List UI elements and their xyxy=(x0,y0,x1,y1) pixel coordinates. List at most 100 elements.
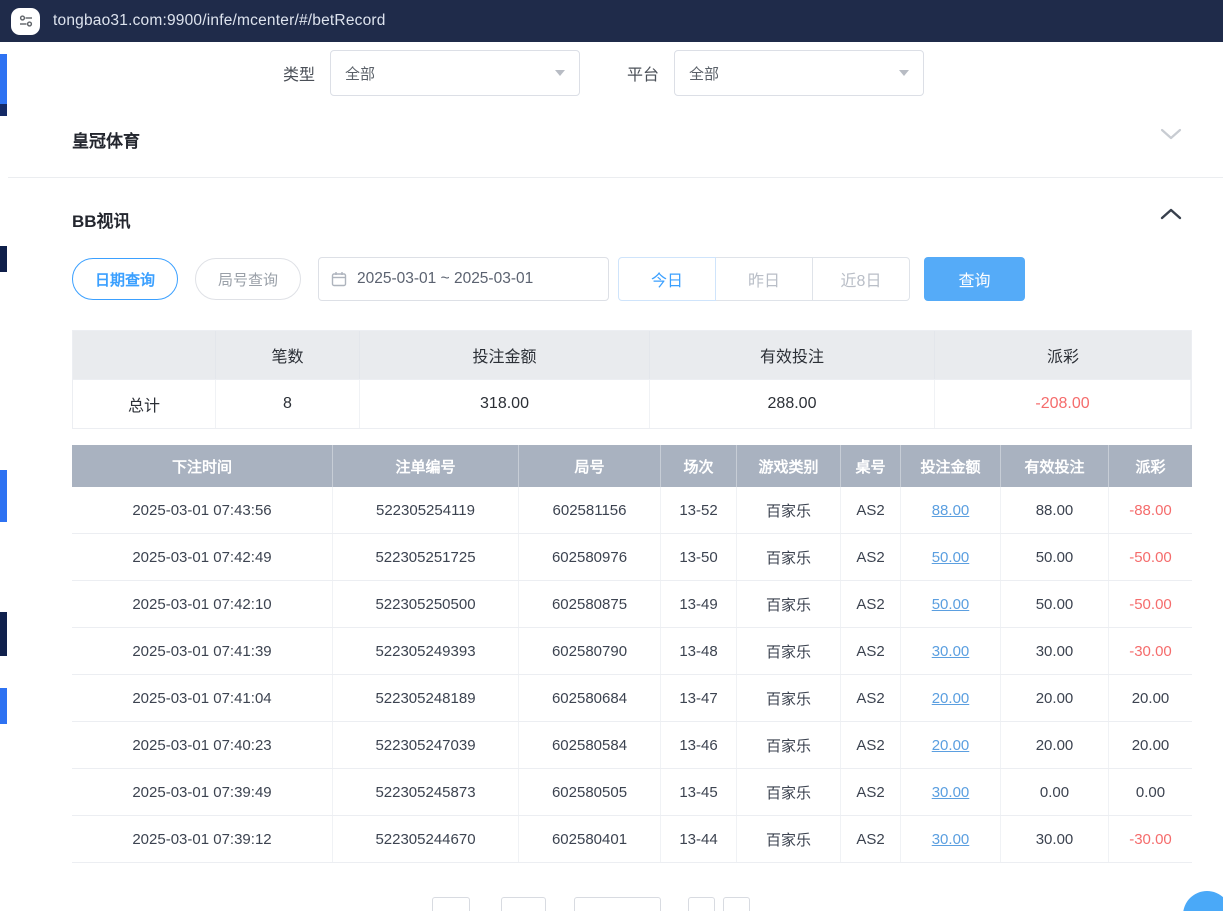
platform-label: 平台 xyxy=(627,61,659,85)
header-round-no: 局号 xyxy=(519,445,661,487)
cell-time: 2025-03-01 07:40:23 xyxy=(72,722,333,768)
header-payout: 派彩 xyxy=(1109,445,1192,487)
header-valid-bet: 有效投注 xyxy=(1001,445,1109,487)
cell-payout: -88.00 xyxy=(1109,487,1192,533)
background-sliver xyxy=(0,688,7,724)
floating-action-button[interactable] xyxy=(1183,891,1223,911)
pagination-size-select[interactable] xyxy=(574,897,661,911)
cell-bet-amount[interactable]: 30.00 xyxy=(901,769,1001,815)
section-divider xyxy=(8,177,1223,178)
tune-icon xyxy=(18,13,34,29)
bet-amount-link[interactable]: 30.00 xyxy=(932,784,970,801)
bet-amount-link[interactable]: 88.00 xyxy=(932,502,970,519)
cell-valid-bet: 88.00 xyxy=(1001,487,1109,533)
summary-header-blank xyxy=(73,331,216,379)
browser-topbar: tongbao31.com:9900/infe/mcenter/#/betRec… xyxy=(0,0,1223,42)
bet-table-header-row: 下注时间 注单编号 局号 场次 游戏类别 桌号 投注金额 有效投注 派彩 xyxy=(72,445,1192,487)
cell-table-no: AS2 xyxy=(841,816,901,862)
summary-header-count: 笔数 xyxy=(216,331,360,379)
type-select[interactable]: 全部 xyxy=(330,50,580,96)
chevron-down-icon xyxy=(1160,128,1182,140)
cell-game-type: 百家乐 xyxy=(737,628,841,674)
platform-select[interactable]: 全部 xyxy=(674,50,924,96)
cell-payout: -30.00 xyxy=(1109,816,1192,862)
cell-bet-no: 522305247039 xyxy=(333,722,519,768)
cell-bet-no: 522305248189 xyxy=(333,675,519,721)
bet-amount-link[interactable]: 20.00 xyxy=(932,690,970,707)
cell-payout: 20.00 xyxy=(1109,722,1192,768)
cell-game-type: 百家乐 xyxy=(737,487,841,533)
section-crown-sports-title: 皇冠体育 xyxy=(72,127,140,152)
bet-amount-link[interactable]: 30.00 xyxy=(932,831,970,848)
cell-valid-bet: 20.00 xyxy=(1001,675,1109,721)
cell-session: 13-44 xyxy=(661,816,737,862)
section-bb-video-title: BB视讯 xyxy=(72,207,131,232)
table-row: 2025-03-01 07:41:04522305248189602580684… xyxy=(72,675,1192,722)
cell-round-no: 602580584 xyxy=(519,722,661,768)
cell-time: 2025-03-01 07:43:56 xyxy=(72,487,333,533)
table-row: 2025-03-01 07:43:56522305254119602581156… xyxy=(72,487,1192,534)
bet-amount-link[interactable]: 50.00 xyxy=(932,549,970,566)
pagination-button[interactable] xyxy=(723,897,750,911)
summary-header-bet-amount: 投注金额 xyxy=(360,331,650,379)
search-button[interactable]: 查询 xyxy=(924,257,1025,301)
cell-session: 13-46 xyxy=(661,722,737,768)
bet-amount-link[interactable]: 20.00 xyxy=(932,737,970,754)
cell-game-type: 百家乐 xyxy=(737,722,841,768)
header-game-type: 游戏类别 xyxy=(737,445,841,487)
crown-section-collapse-toggle[interactable] xyxy=(1160,128,1182,140)
address-url[interactable]: tongbao31.com:9900/infe/mcenter/#/betRec… xyxy=(53,12,386,30)
background-sliver xyxy=(0,104,7,116)
summary-header-valid-bet: 有效投注 xyxy=(650,331,935,379)
cell-table-no: AS2 xyxy=(841,581,901,627)
background-sliver xyxy=(0,246,7,272)
summary-header-row: 笔数 投注金额 有效投注 派彩 xyxy=(73,331,1191,379)
table-row: 2025-03-01 07:42:49522305251725602580976… xyxy=(72,534,1192,581)
cell-bet-amount[interactable]: 30.00 xyxy=(901,628,1001,674)
date-query-tab[interactable]: 日期查询 xyxy=(72,258,178,300)
cell-table-no: AS2 xyxy=(841,628,901,674)
table-row: 2025-03-01 07:39:49522305245873602580505… xyxy=(72,769,1192,816)
cell-time: 2025-03-01 07:42:10 xyxy=(72,581,333,627)
type-label: 类型 xyxy=(283,61,315,85)
cell-round-no: 602580684 xyxy=(519,675,661,721)
cell-round-no: 602580976 xyxy=(519,534,661,580)
summary-count-value: 8 xyxy=(216,380,360,428)
cell-valid-bet: 20.00 xyxy=(1001,722,1109,768)
summary-total-label: 总计 xyxy=(73,380,216,428)
yesterday-button[interactable]: 昨日 xyxy=(715,257,813,301)
cell-bet-amount[interactable]: 50.00 xyxy=(901,581,1001,627)
background-sliver xyxy=(0,54,7,104)
cell-table-no: AS2 xyxy=(841,534,901,580)
cell-bet-no: 522305249393 xyxy=(333,628,519,674)
cell-round-no: 602581156 xyxy=(519,487,661,533)
bet-amount-link[interactable]: 50.00 xyxy=(932,596,970,613)
pagination-prev-button[interactable] xyxy=(432,897,470,911)
cell-bet-amount[interactable]: 88.00 xyxy=(901,487,1001,533)
type-select-value: 全部 xyxy=(345,63,555,84)
cell-table-no: AS2 xyxy=(841,722,901,768)
pagination-button[interactable] xyxy=(688,897,715,911)
cell-bet-amount[interactable]: 30.00 xyxy=(901,816,1001,862)
chevron-down-icon xyxy=(899,70,909,76)
bb-section-collapse-toggle[interactable] xyxy=(1160,208,1182,220)
pagination-page-button[interactable] xyxy=(501,897,546,911)
cell-bet-amount[interactable]: 50.00 xyxy=(901,534,1001,580)
cell-bet-amount[interactable]: 20.00 xyxy=(901,675,1001,721)
header-bet-no: 注单编号 xyxy=(333,445,519,487)
cell-session: 13-47 xyxy=(661,675,737,721)
date-range-input[interactable]: 2025-03-01 ~ 2025-03-01 xyxy=(318,257,609,301)
bet-amount-link[interactable]: 30.00 xyxy=(932,643,970,660)
last-8-days-button[interactable]: 近8日 xyxy=(812,257,910,301)
background-sliver xyxy=(0,470,7,522)
header-table-no: 桌号 xyxy=(841,445,901,487)
table-row: 2025-03-01 07:40:23522305247039602580584… xyxy=(72,722,1192,769)
cell-bet-no: 522305250500 xyxy=(333,581,519,627)
today-button[interactable]: 今日 xyxy=(618,257,716,301)
cell-bet-amount[interactable]: 20.00 xyxy=(901,722,1001,768)
summary-header-payout: 派彩 xyxy=(935,331,1191,379)
site-settings-icon[interactable] xyxy=(11,8,40,35)
platform-select-value: 全部 xyxy=(689,63,899,84)
round-query-tab[interactable]: 局号查询 xyxy=(195,258,301,300)
cell-bet-no: 522305245873 xyxy=(333,769,519,815)
